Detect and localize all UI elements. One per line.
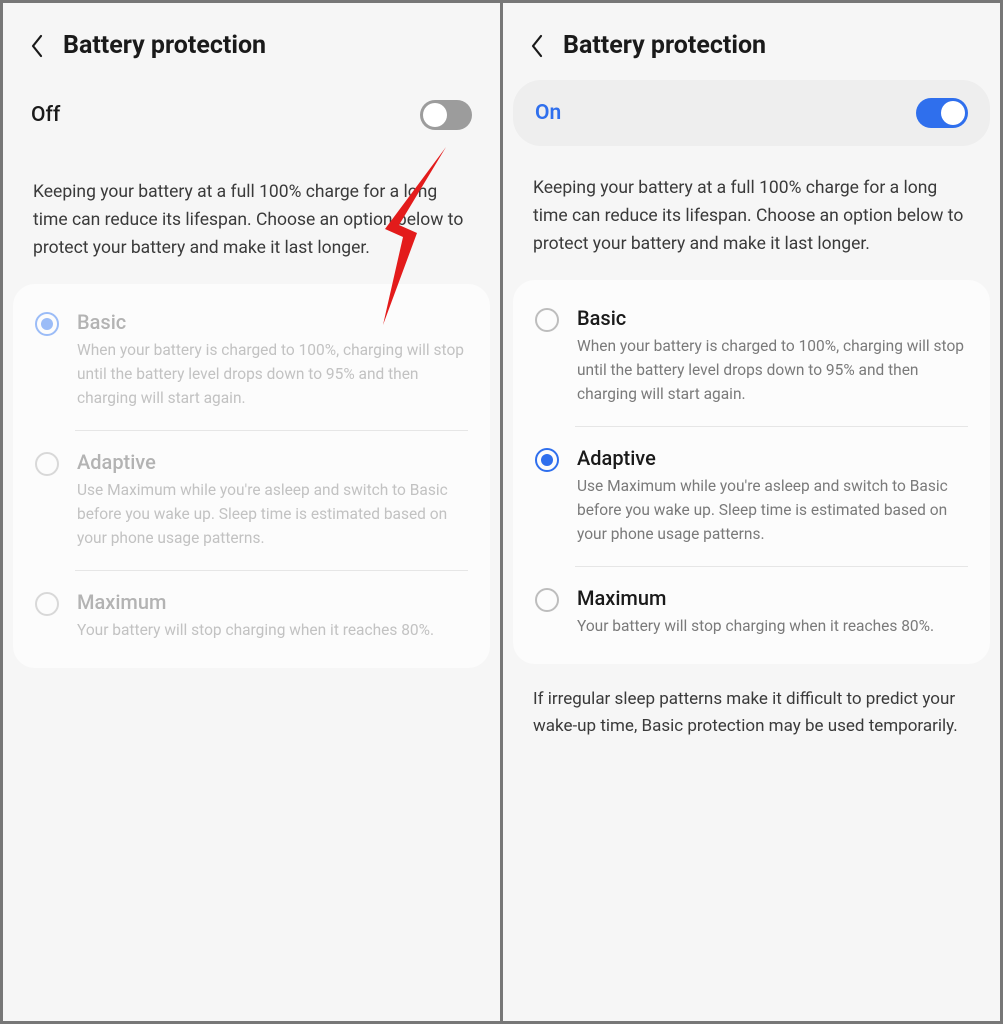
option-maximum[interactable]: Maximum Your battery will stop charging … xyxy=(513,566,990,658)
options-list: Basic When your battery is charged to 10… xyxy=(13,284,490,668)
option-title: Basic xyxy=(77,310,468,334)
toggle-knob xyxy=(941,101,965,125)
option-body: Basic When your battery is charged to 10… xyxy=(77,310,468,410)
toggle-switch-on[interactable] xyxy=(916,98,968,128)
master-toggle-row[interactable]: On xyxy=(513,80,990,146)
option-title: Basic xyxy=(577,306,968,330)
option-adaptive: Adaptive Use Maximum while you're asleep… xyxy=(13,430,490,570)
option-body: Maximum Your battery will stop charging … xyxy=(77,590,468,642)
option-sub: Your battery will stop charging when it … xyxy=(577,614,968,638)
toggle-knob xyxy=(423,103,447,127)
option-title: Maximum xyxy=(577,586,968,610)
option-body: Adaptive Use Maximum while you're asleep… xyxy=(577,446,968,546)
back-icon[interactable] xyxy=(527,36,547,56)
page-title: Battery protection xyxy=(563,31,766,60)
option-body: Maximum Your battery will stop charging … xyxy=(577,586,968,638)
option-adaptive[interactable]: Adaptive Use Maximum while you're asleep… xyxy=(513,426,990,566)
radio-adaptive[interactable] xyxy=(535,448,559,472)
option-maximum: Maximum Your battery will stop charging … xyxy=(13,570,490,662)
radio-maximum xyxy=(35,592,59,616)
option-body: Adaptive Use Maximum while you're asleep… xyxy=(77,450,468,550)
option-title: Adaptive xyxy=(77,450,468,474)
option-sub: When your battery is charged to 100%, ch… xyxy=(77,338,468,410)
option-body: Basic When your battery is charged to 10… xyxy=(577,306,968,406)
description-text: Keeping your battery at a full 100% char… xyxy=(3,162,500,284)
radio-basic xyxy=(35,312,59,336)
back-icon[interactable] xyxy=(27,36,47,56)
option-sub: Use Maximum while you're asleep and swit… xyxy=(77,478,468,550)
toggle-switch-off[interactable] xyxy=(420,100,472,130)
footnote-text: If irregular sleep patterns make it diff… xyxy=(503,664,1000,762)
pane-right: Battery protection On Keeping your batte… xyxy=(503,3,1000,1021)
radio-adaptive xyxy=(35,452,59,476)
option-basic[interactable]: Basic When your battery is charged to 10… xyxy=(513,286,990,426)
option-basic: Basic When your battery is charged to 10… xyxy=(13,290,490,430)
header: Battery protection xyxy=(3,3,500,80)
options-list: Basic When your battery is charged to 10… xyxy=(513,280,990,664)
pane-left: Battery protection Off Keeping your batt… xyxy=(3,3,500,1021)
radio-maximum[interactable] xyxy=(535,588,559,612)
header: Battery protection xyxy=(503,3,1000,80)
master-toggle-row[interactable]: Off xyxy=(3,80,500,150)
option-sub: Your battery will stop charging when it … xyxy=(77,618,468,642)
option-title: Maximum xyxy=(77,590,468,614)
radio-basic[interactable] xyxy=(535,308,559,332)
page-title: Battery protection xyxy=(63,31,266,60)
option-title: Adaptive xyxy=(577,446,968,470)
toggle-label: On xyxy=(535,101,561,125)
toggle-label: Off xyxy=(31,103,60,127)
option-sub: Use Maximum while you're asleep and swit… xyxy=(577,474,968,546)
option-sub: When your battery is charged to 100%, ch… xyxy=(577,334,968,406)
description-text: Keeping your battery at a full 100% char… xyxy=(503,158,1000,280)
